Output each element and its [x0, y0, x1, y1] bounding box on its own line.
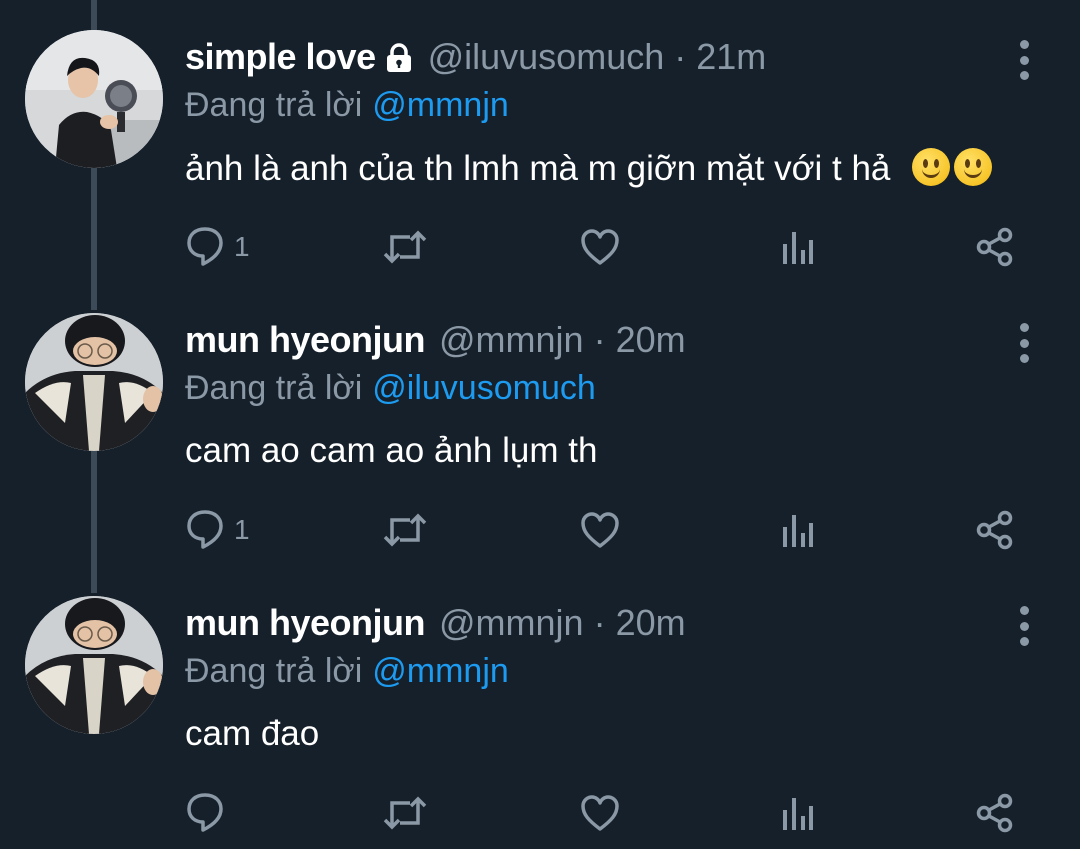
lock-icon	[384, 43, 414, 73]
slightly-smiling-face-icon	[954, 148, 993, 186]
analytics-button[interactable]	[781, 788, 815, 838]
replying-to: Đang trả lời @mmnjn	[185, 86, 509, 125]
mention-link[interactable]: @iluvusomuch	[372, 369, 596, 407]
analytics-icon	[783, 798, 813, 830]
like-button[interactable]	[580, 505, 620, 555]
share-icon	[976, 510, 1013, 550]
reply-button[interactable]	[186, 788, 234, 838]
retweet-icon	[383, 230, 427, 264]
retweet-button[interactable]	[382, 222, 428, 272]
avatar[interactable]	[25, 30, 163, 168]
like-button[interactable]	[580, 222, 620, 272]
more-options-icon[interactable]	[1012, 323, 1036, 363]
timestamp[interactable]: 21m	[696, 36, 766, 78]
retweet-button[interactable]	[382, 788, 428, 838]
handle[interactable]: @mmnjn	[439, 602, 584, 644]
more-options-icon[interactable]	[1012, 40, 1036, 80]
reply-count: 1	[234, 514, 250, 545]
avatar[interactable]	[25, 313, 163, 451]
share-icon	[976, 227, 1013, 267]
reply-button[interactable]: 1	[186, 222, 250, 272]
replying-to-label: Đang trả lời	[185, 652, 363, 690]
share-button[interactable]	[975, 788, 1015, 838]
tweet-text-content: cam đao	[185, 714, 320, 753]
reply-button[interactable]: 1	[186, 505, 250, 555]
replying-to: Đang trả lời @mmnjn	[185, 652, 509, 691]
tweet-actions: 1	[0, 222, 1080, 272]
replying-to-label: Đang trả lời	[185, 86, 363, 124]
reply-icon	[187, 793, 223, 832]
display-name[interactable]: mun hyeonjun	[185, 602, 426, 644]
slightly-smiling-face-icon	[912, 148, 951, 186]
like-icon	[581, 795, 619, 831]
reply-icon	[187, 227, 223, 266]
mention-link[interactable]: @mmnjn	[372, 652, 509, 690]
handle[interactable]: @iluvusomuch	[428, 36, 665, 78]
tweet-text-content: cam ao cam ao ảnh lụm th	[185, 431, 598, 470]
analytics-icon	[783, 515, 813, 547]
avatar[interactable]	[25, 596, 163, 734]
tweet-text-content: ảnh là anh của th lmh mà m giỡn mặt với …	[185, 149, 891, 188]
retweet-icon	[383, 796, 427, 830]
share-button[interactable]	[975, 505, 1015, 555]
replying-to-label: Đang trả lời	[185, 369, 363, 407]
mention-link[interactable]: @mmnjn	[372, 86, 509, 124]
reply-icon	[187, 510, 223, 549]
analytics-button[interactable]	[781, 505, 815, 555]
retweet-button[interactable]	[382, 505, 428, 555]
tweet-actions	[0, 788, 1080, 838]
share-button[interactable]	[975, 222, 1015, 272]
tweet-text: cam đao	[185, 714, 319, 754]
like-icon	[581, 229, 619, 265]
separator-dot: ·	[674, 36, 687, 77]
timestamp[interactable]: 20m	[616, 602, 686, 644]
reply-count: 1	[234, 231, 250, 262]
separator-dot: ·	[593, 602, 606, 643]
separator-dot: ·	[593, 319, 606, 360]
share-icon	[976, 793, 1013, 833]
handle[interactable]: @mmnjn	[439, 319, 584, 361]
retweet-icon	[383, 513, 427, 547]
tweet[interactable]: simple love @iluvusomuch · 21m Đang trả …	[0, 0, 1080, 283]
tweet-text: cam ao cam ao ảnh lụm th	[185, 431, 597, 471]
replying-to: Đang trả lời @iluvusomuch	[185, 369, 596, 408]
display-name[interactable]: simple love	[185, 36, 376, 78]
tweet[interactable]: mun hyeonjun @mmnjn · 20m Đang trả lời @i…	[0, 283, 1080, 566]
timestamp[interactable]: 20m	[616, 319, 686, 361]
tweet[interactable]: mun hyeonjun @mmnjn · 20m Đang trả lời @m…	[0, 566, 1080, 849]
like-button[interactable]	[580, 788, 620, 838]
more-options-icon[interactable]	[1012, 606, 1036, 646]
analytics-icon	[783, 232, 813, 264]
analytics-button[interactable]	[781, 222, 815, 272]
tweet-actions: 1	[0, 505, 1080, 555]
like-icon	[581, 512, 619, 548]
display-name[interactable]: mun hyeonjun	[185, 319, 426, 361]
tweet-text: ảnh là anh của th lmh mà m giỡn mặt với …	[185, 148, 993, 189]
